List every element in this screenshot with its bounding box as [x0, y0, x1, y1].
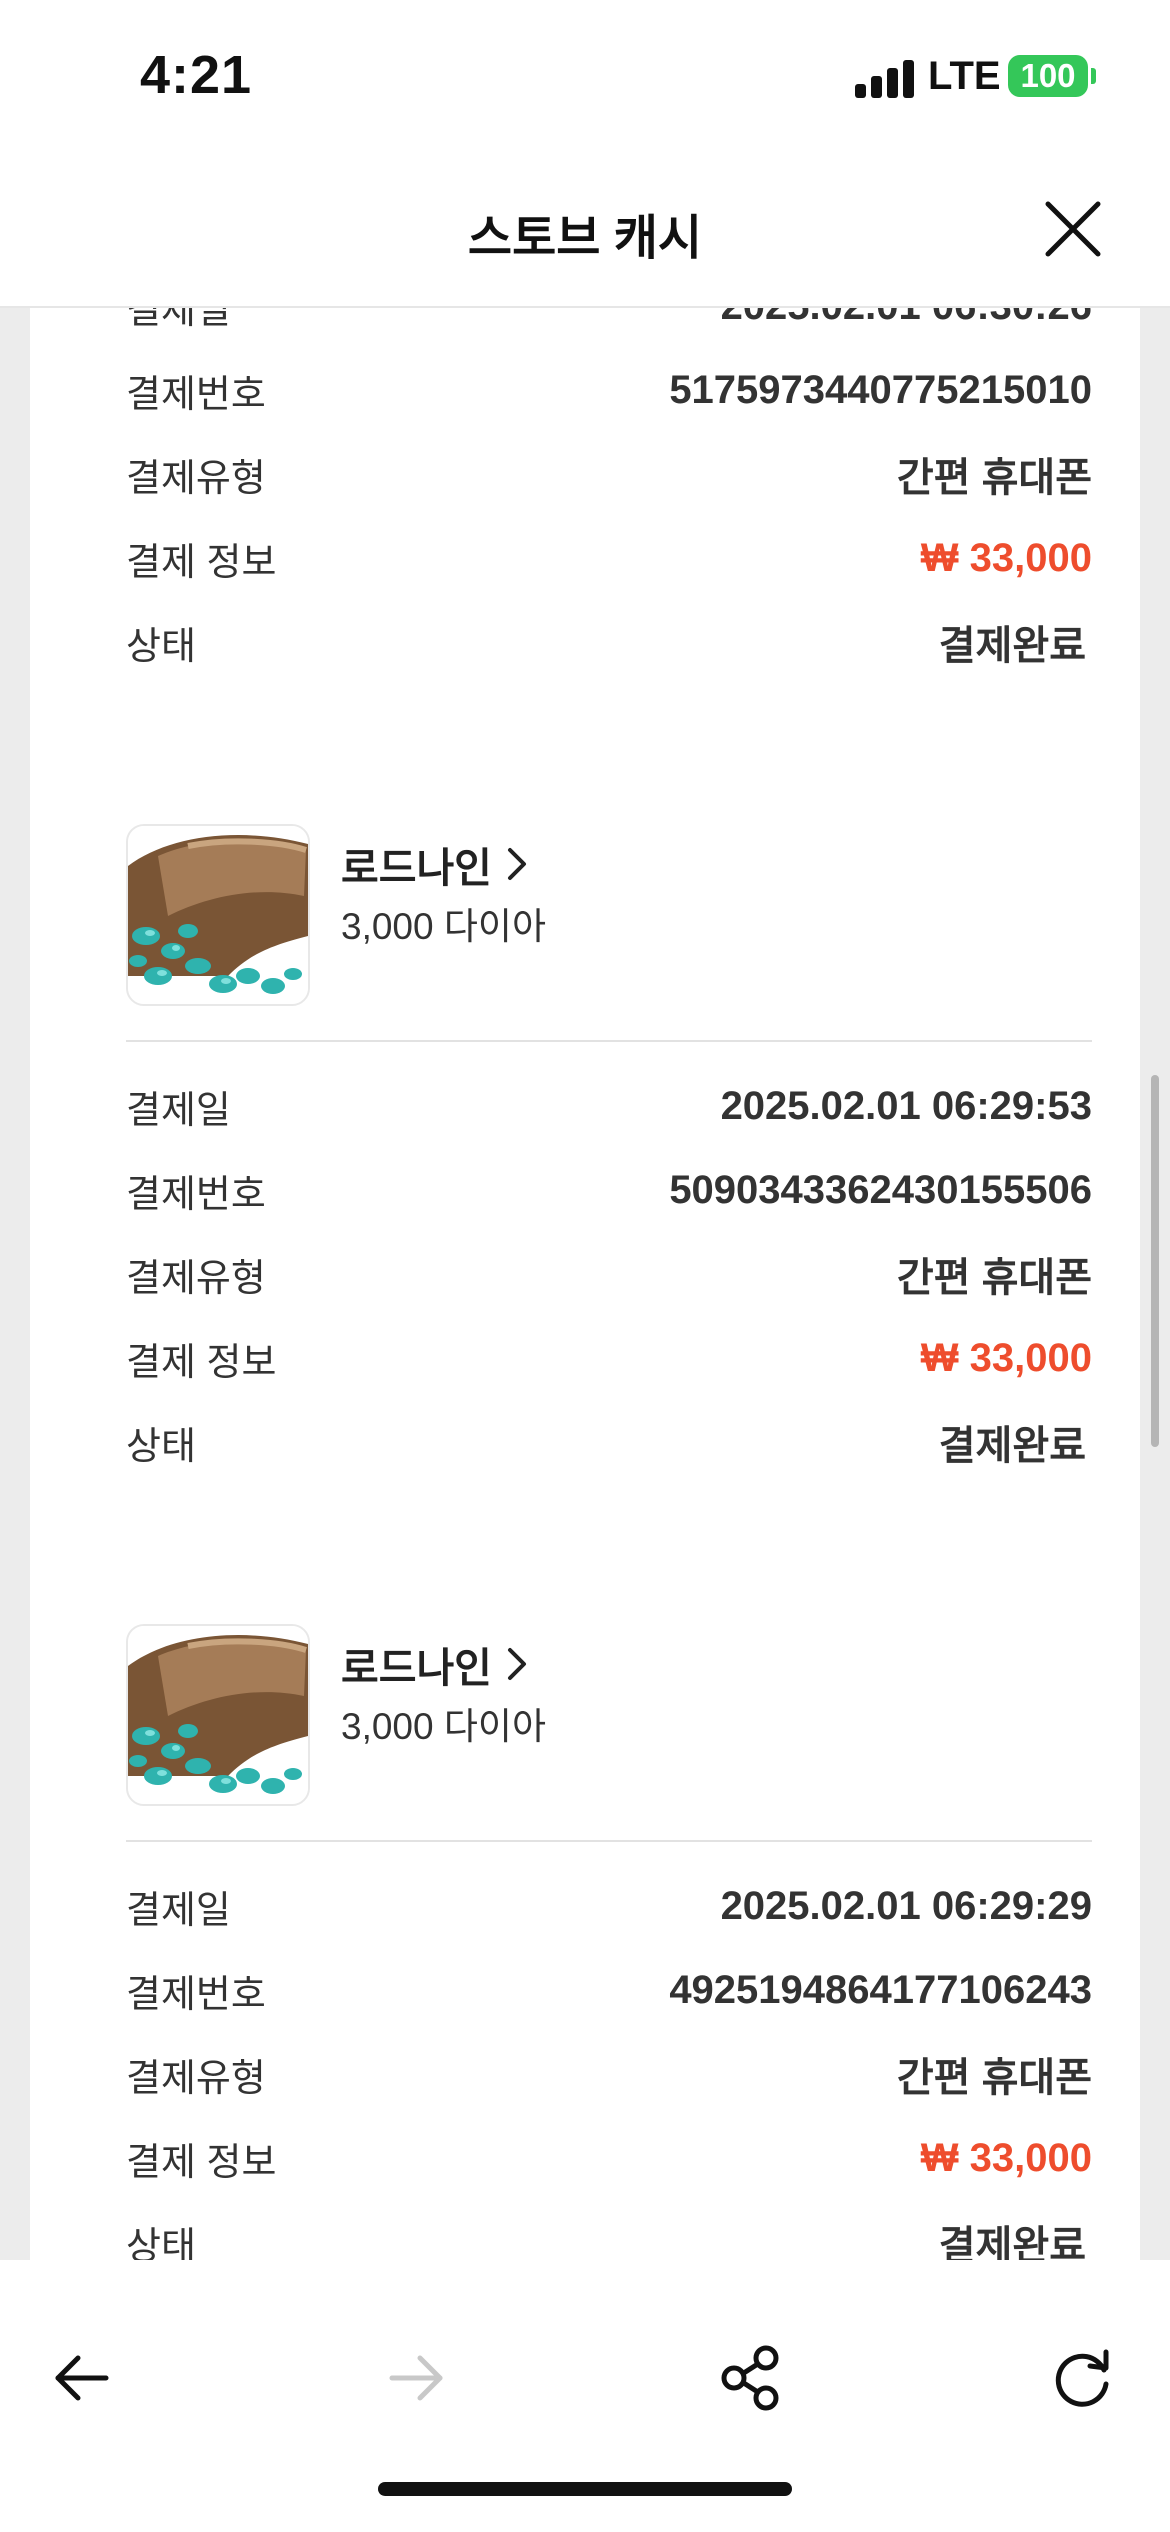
date-label: 결제일: [126, 306, 231, 332]
product-header: 로드나인 3,000 다이아: [30, 824, 1140, 1040]
side-margin-left: [0, 306, 30, 2260]
status-value: 결제완료: [938, 1424, 1086, 1468]
back-button[interactable]: [44, 2340, 120, 2416]
detail-row-type: 결제유형 간편 휴대폰: [30, 1232, 1140, 1316]
transaction-card: 로드나인 3,000 다이아 결제일 2025.02.01 06:29:29 결…: [30, 1624, 1140, 2260]
detail-row-status: 상태 결제완료: [30, 600, 1140, 684]
amount-label: 결제 정보: [126, 2141, 277, 2184]
number-value: 4925194864177106243: [669, 1967, 1092, 2012]
status-label: 상태: [126, 2225, 196, 2261]
transaction-card: 결제일 2025.02.01 06:30:26 결제번호 51759734407…: [30, 306, 1140, 824]
arrow-right-icon: [389, 2355, 443, 2401]
detail-row-amount: 결제 정보 ₩ 33,000: [30, 516, 1140, 600]
battery-tip: [1091, 68, 1096, 84]
battery-icon: 100: [1008, 55, 1088, 97]
number-label: 결제번호: [126, 373, 266, 416]
number-value: 5090343362430155506: [669, 1167, 1092, 1212]
refresh-button[interactable]: [1046, 2340, 1122, 2416]
divider: [126, 1840, 1092, 1842]
product-quantity: 3,000 다이아: [341, 906, 546, 947]
transaction-details: 결제일 2025.02.01 06:29:29 결제번호 49251948641…: [30, 1864, 1140, 2261]
transaction-card: 로드나인 3,000 다이아 결제일 2025.02.01 06:29:53 결…: [30, 824, 1140, 1624]
amount-value: ₩ 33,000: [920, 535, 1092, 580]
product-name: 로드나인: [341, 1645, 492, 1691]
transaction-scroll-area[interactable]: 결제일 2025.02.01 06:30:26 결제번호 51759734407…: [30, 306, 1140, 2260]
type-label: 결제유형: [126, 457, 266, 500]
network-type: LTE: [928, 54, 1001, 98]
detail-row-type: 결제유형 간편 휴대폰: [30, 432, 1140, 516]
page-title: 스토브 캐시: [467, 212, 703, 265]
product-name: 로드나인: [341, 845, 492, 891]
refresh-icon: [1055, 2349, 1109, 2407]
detail-row-type: 결제유형 간편 휴대폰: [30, 2032, 1140, 2116]
date-value: 2025.02.01 06:30:26: [721, 306, 1092, 329]
type-value: 간편 휴대폰: [896, 456, 1092, 500]
product-header: 로드나인 3,000 다이아: [30, 1624, 1140, 1840]
header: 스토브 캐시: [0, 150, 1170, 308]
chevron-right-icon: [507, 848, 526, 880]
arrow-left-icon: [55, 2355, 109, 2401]
detail-row-number: 결제번호 5175973440775215010: [30, 348, 1140, 432]
date-label: 결제일: [126, 1089, 231, 1132]
status-bar: 4:21 LTE 100: [0, 0, 1170, 150]
product-thumbnail[interactable]: [126, 1624, 310, 1806]
status-value: 결제완료: [938, 2224, 1086, 2260]
share-icon: [721, 2345, 779, 2411]
type-label: 결제유형: [126, 2057, 266, 2100]
status-value: 결제완료: [938, 624, 1086, 668]
product-thumbnail[interactable]: [126, 824, 310, 1006]
detail-row-date: 결제일 2025.02.01 06:29:53: [30, 1064, 1140, 1148]
transaction-details: 결제일 2025.02.01 06:29:53 결제번호 50903433624…: [30, 1064, 1140, 1484]
amount-value: ₩ 33,000: [920, 2135, 1092, 2180]
status-time: 4:21: [140, 45, 253, 105]
amount-label: 결제 정보: [126, 1341, 277, 1384]
share-button[interactable]: [712, 2340, 788, 2416]
detail-row-amount: 결제 정보 ₩ 33,000: [30, 2116, 1140, 2200]
detail-row-status: 상태 결제완료: [30, 2200, 1140, 2260]
diamond-bag-image: [128, 1626, 308, 1804]
number-label: 결제번호: [126, 1973, 266, 2016]
date-label: 결제일: [126, 1889, 231, 1932]
scrollbar[interactable]: [1151, 1075, 1159, 1447]
number-label: 결제번호: [126, 1173, 266, 1216]
close-icon: [1045, 201, 1101, 257]
chevron-right-icon: [507, 1648, 526, 1680]
product-link[interactable]: 로드나인: [341, 1634, 528, 1694]
amount-label: 결제 정보: [126, 541, 277, 584]
detail-row-amount: 결제 정보 ₩ 33,000: [30, 1316, 1140, 1400]
status-label: 상태: [126, 625, 196, 668]
detail-row-date: 결제일 2025.02.01 06:29:29: [30, 1864, 1140, 1948]
divider: [126, 1040, 1092, 1042]
signal-icon: [855, 58, 915, 98]
type-label: 결제유형: [126, 1257, 266, 1300]
diamond-bag-image: [128, 826, 308, 1004]
detail-row-number: 결제번호 5090343362430155506: [30, 1148, 1140, 1232]
product-quantity: 3,000 다이아: [341, 1706, 546, 1747]
detail-row-date: 결제일 2025.02.01 06:30:26: [30, 306, 1140, 348]
amount-value: ₩ 33,000: [920, 1335, 1092, 1380]
type-value: 간편 휴대폰: [896, 1256, 1092, 1300]
product-link[interactable]: 로드나인: [341, 834, 528, 894]
forward-button[interactable]: [378, 2340, 454, 2416]
number-value: 5175973440775215010: [669, 367, 1092, 412]
detail-row-status: 상태 결제완료: [30, 1400, 1140, 1484]
date-value: 2025.02.01 06:29:53: [720, 1083, 1092, 1128]
close-button[interactable]: [1040, 196, 1106, 262]
type-value: 간편 휴대폰: [896, 2056, 1092, 2100]
date-value: 2025.02.01 06:29:29: [720, 1883, 1092, 1928]
transaction-list: 결제일 2025.02.01 06:30:26 결제번호 51759734407…: [30, 306, 1140, 2260]
status-label: 상태: [126, 1425, 196, 1468]
transaction-details: 결제일 2025.02.01 06:30:26 결제번호 51759734407…: [30, 306, 1140, 684]
home-indicator: [378, 2482, 792, 2496]
detail-row-number: 결제번호 4925194864177106243: [30, 1948, 1140, 2032]
